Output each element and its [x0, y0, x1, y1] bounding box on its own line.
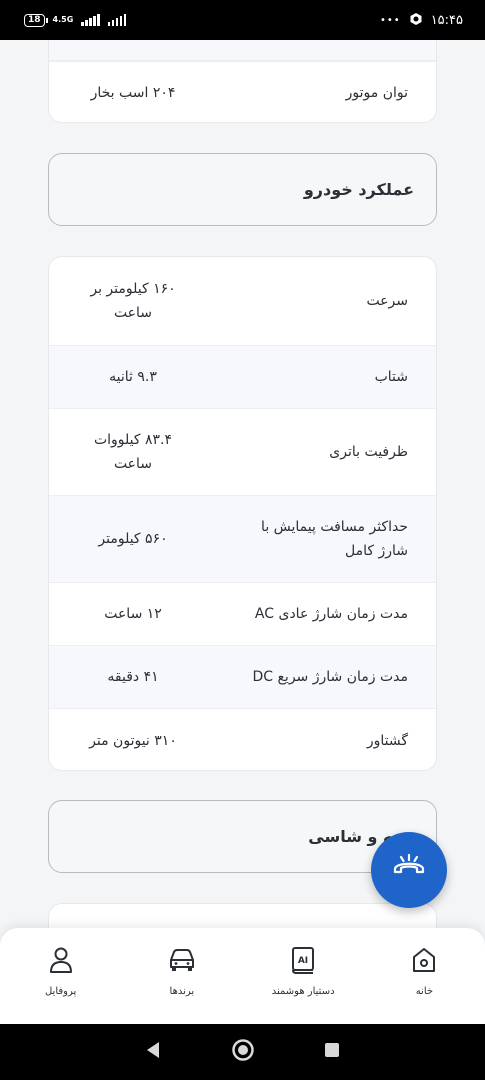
spec-label: مدت زمان شارژ سریع DC: [252, 669, 408, 685]
spec-label: سرعت: [366, 293, 408, 309]
nav-item-home[interactable]: خانه: [369, 946, 479, 997]
back-icon[interactable]: [144, 1040, 164, 1064]
battery-icon: 18: [24, 13, 48, 27]
nav-label-home: خانه: [415, 986, 434, 997]
signal-icon-2: [107, 14, 127, 26]
bottom-nav: خانه AI دستیار هوشمند برندها پروفایل: [0, 928, 485, 1024]
spec-row-dc-charge: مدت زمان شارژ سریع DC ۴۱ دقیقه: [49, 645, 436, 708]
network-type: 4.5G: [52, 15, 74, 24]
vpn-icon: [409, 12, 423, 29]
recents-icon[interactable]: [322, 1040, 342, 1064]
spec-value: ۹.۳ ثانیه: [109, 369, 157, 385]
spec-label: توان موتور: [345, 84, 408, 101]
system-nav-bar: [0, 1024, 485, 1080]
spec-row-range: حداکثر مسافت پیمایش با شارژ کامل ۵۶۰ کیل…: [49, 495, 436, 582]
user-icon: [48, 946, 74, 978]
spec-label: حداکثر مسافت پیمایش با شارژ کامل: [261, 519, 408, 559]
spec-row-battery: ظرفیت باتری ۸۳.۴ کیلووات ساعت: [49, 408, 436, 495]
nav-item-profile[interactable]: پروفایل: [6, 946, 116, 997]
spec-value: ۱۲ ساعت: [104, 606, 162, 622]
nav-item-assistant[interactable]: AI دستیار هوشمند: [248, 946, 358, 997]
performance-section-header[interactable]: عملکرد خودرو: [48, 153, 437, 226]
body-chassis-card: [48, 903, 437, 928]
spec-row-speed: سرعت ۱۶۰ کیلومتر بر ساعت: [49, 257, 436, 345]
notification-dots: •••: [379, 14, 401, 26]
spec-row-acceleration: شتاب ۹.۳ ثانیه: [49, 345, 436, 408]
spec-row-torque: گشتاور ۳۱۰ نیوتون متر: [49, 708, 436, 770]
spec-value: ۳۱۰ نیوتون متر: [89, 732, 177, 749]
call-fab-button[interactable]: [371, 832, 447, 908]
car-icon: [167, 946, 197, 978]
home-circle-icon[interactable]: [231, 1038, 255, 1066]
spec-label: مدت زمان شارژ عادی AC: [254, 606, 408, 622]
performance-card: سرعت ۱۶۰ کیلومتر بر ساعت شتاب ۹.۳ ثانیه …: [48, 256, 437, 771]
spec-value: ۸۳.۴ کیلووات ساعت: [93, 432, 173, 472]
svg-text:AI: AI: [298, 956, 308, 966]
section-title: عملکرد خودرو: [303, 180, 414, 199]
nav-item-brands[interactable]: برندها: [127, 946, 237, 997]
previous-row: [49, 40, 436, 61]
status-left: 18 4.5G: [24, 13, 127, 27]
phone-icon: [391, 853, 427, 887]
spec-label: ظرفیت باتری: [329, 444, 408, 460]
content-scroll[interactable]: توان موتور ۲۰۴ اسب بخار عملکرد خودرو سرع…: [0, 40, 485, 928]
nav-label-assistant: دستیار هوشمند: [271, 986, 335, 997]
status-bar: 18 4.5G ••• ۱۵:۴۵: [0, 0, 485, 40]
spec-label: گشتاور: [366, 732, 408, 749]
spec-value: ۲۰۴ اسب بخار: [90, 84, 176, 101]
spec-row-ac-charge: مدت زمان شارژ عادی AC ۱۲ ساعت: [49, 582, 436, 645]
nav-label-brands: برندها: [169, 986, 195, 997]
spec-value: ۱۶۰ کیلومتر بر ساعت: [90, 281, 176, 321]
spec-row: توان موتور ۲۰۴ اسب بخار: [49, 61, 436, 122]
status-right: ••• ۱۵:۴۵: [380, 12, 463, 29]
signal-icon: [81, 14, 100, 26]
spec-label: شتاب: [374, 369, 408, 385]
ai-book-icon: AI: [290, 946, 316, 978]
nav-label-profile: پروفایل: [44, 986, 77, 997]
clock: ۱۵:۴۵: [430, 12, 463, 28]
engine-power-card: توان موتور ۲۰۴ اسب بخار: [48, 40, 437, 123]
home-icon: [411, 946, 437, 978]
spec-value: ۴۱ دقیقه: [107, 669, 159, 685]
spec-value: ۵۶۰ کیلومتر: [98, 531, 168, 547]
